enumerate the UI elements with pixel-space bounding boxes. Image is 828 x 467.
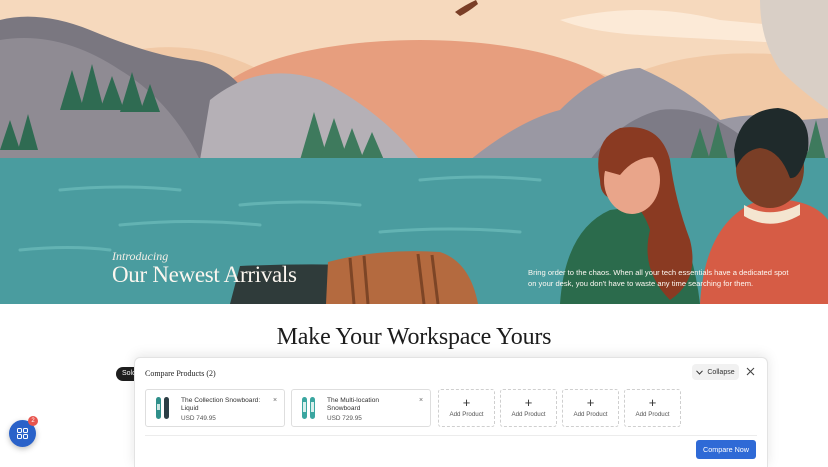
product-thumbnail bbox=[156, 397, 169, 419]
collapse-button[interactable]: Collapse bbox=[692, 364, 739, 380]
collapse-label: Collapse bbox=[707, 368, 735, 376]
hero-title: Our Newest Arrivals bbox=[112, 262, 297, 287]
plus-icon: + bbox=[586, 395, 595, 410]
hero-description: Bring order to the chaos. When all your … bbox=[528, 268, 789, 288]
close-icon bbox=[746, 367, 754, 376]
divider bbox=[145, 435, 757, 436]
plus-icon: + bbox=[524, 395, 533, 410]
add-product-slot[interactable]: + Add Product bbox=[500, 389, 557, 427]
product-price: USD 729.95 bbox=[327, 415, 362, 422]
plus-icon: + bbox=[462, 395, 471, 410]
compare-product-card[interactable]: The Collection Snowboard: Liquid USD 749… bbox=[145, 389, 285, 427]
hero-banner: Introducing Our Newest Arrivals Bring or… bbox=[0, 0, 828, 304]
add-product-slot[interactable]: + Add Product bbox=[624, 389, 681, 427]
product-price: USD 749.95 bbox=[181, 415, 216, 422]
chevron-down-icon bbox=[696, 369, 704, 375]
compare-product-card[interactable]: The Multi-location Snowboard USD 729.95 … bbox=[291, 389, 431, 427]
add-product-label: Add Product bbox=[635, 411, 670, 418]
compare-now-button[interactable]: Compare Now bbox=[696, 440, 756, 459]
product-thumbnail bbox=[302, 397, 315, 419]
remove-product-button[interactable]: × bbox=[273, 397, 277, 404]
add-product-slot[interactable]: + Add Product bbox=[562, 389, 619, 427]
product-name: The Collection Snowboard: Liquid bbox=[181, 397, 261, 412]
remove-product-button[interactable]: × bbox=[419, 397, 423, 404]
close-button[interactable] bbox=[745, 367, 755, 377]
add-product-label: Add Product bbox=[573, 411, 608, 418]
section-title: Make Your Workspace Yours bbox=[276, 324, 552, 350]
product-name: The Multi-location Snowboard bbox=[327, 397, 380, 412]
add-product-label: Add Product bbox=[449, 411, 484, 418]
add-product-label: Add Product bbox=[511, 411, 546, 418]
add-product-slot[interactable]: + Add Product bbox=[438, 389, 495, 427]
grid-icon bbox=[17, 428, 28, 439]
compare-title: Compare Products (2) bbox=[145, 369, 216, 378]
plus-icon: + bbox=[648, 395, 657, 410]
compare-count-badge: 2 bbox=[28, 416, 38, 426]
compare-products-drawer: Compare Products (2) Collapse The Collec… bbox=[134, 357, 768, 467]
